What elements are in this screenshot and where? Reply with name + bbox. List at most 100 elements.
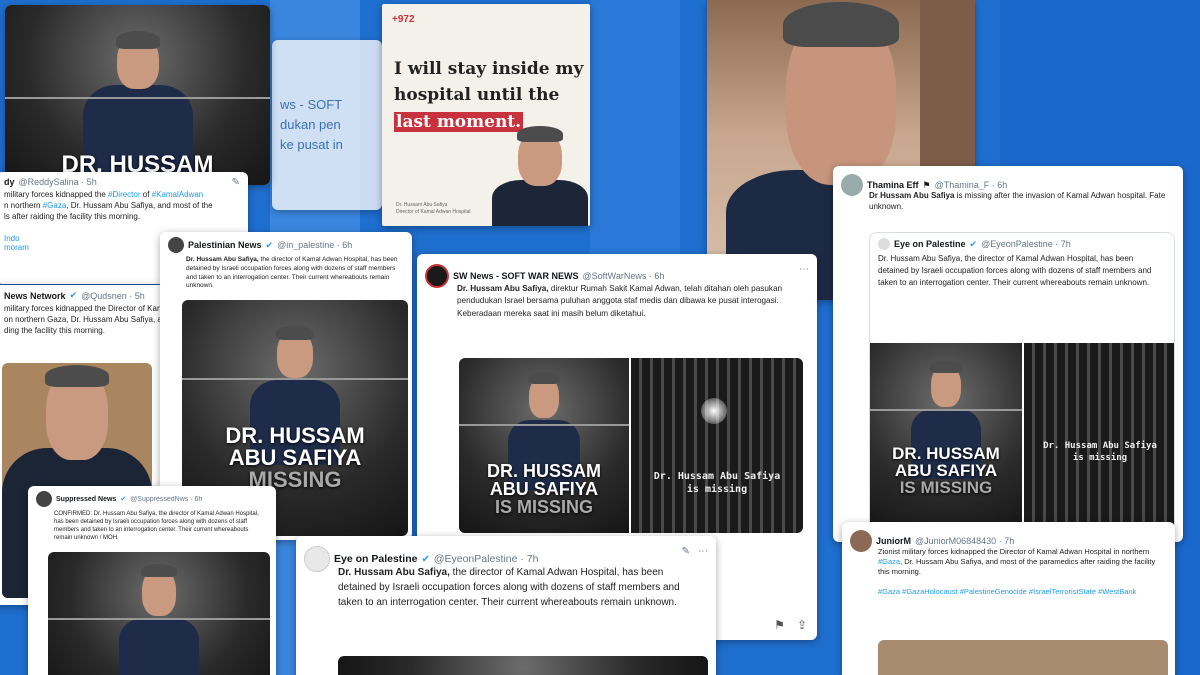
- image-headline-line: DR. HUSSAM: [486, 461, 601, 481]
- doctor-figure: [930, 361, 962, 373]
- tweet-thamina[interactable]: Thamina Eff ⚑ @Thamina_F · 6h Dr Hussam …: [833, 166, 1183, 542]
- doctor-figure: [528, 372, 560, 384]
- image-card-dr-hussam[interactable]: DR. HUSSAM: [5, 5, 270, 185]
- hashtag-link[interactable]: #Director: [108, 190, 140, 199]
- tweet-eye-on-palestine[interactable]: Eye on Palestine ✔ @EyeonPalestine · 7h …: [296, 536, 716, 675]
- tweet-text: Dr. Hussam Abu Safiya, the director of K…: [296, 565, 716, 614]
- avatar[interactable]: [36, 491, 52, 507]
- tweet-text: military forces kidnapped the Director o…: [0, 304, 161, 340]
- share-icon[interactable]: ⇪: [797, 618, 807, 632]
- tweet-author-name[interactable]: News Network: [4, 291, 66, 301]
- doctor-figure: [492, 180, 588, 226]
- tweet-handle[interactable]: @in_palestine · 6h: [277, 240, 352, 250]
- tweet-handle[interactable]: @ReddySalina · 5h: [19, 177, 97, 187]
- tweet-text-part: , Dr. Hussam Abu Safiya, and most of the…: [878, 557, 1156, 577]
- more-icon[interactable]: ⋯: [698, 546, 708, 557]
- avatar[interactable]: [168, 237, 184, 253]
- tweet-author-name[interactable]: SW News - SOFT WAR NEWS: [453, 271, 579, 281]
- poster-quote-line: I will stay inside my: [394, 59, 584, 79]
- tweet-text-line: military forces kidnapped the Director o…: [4, 304, 161, 313]
- doctor-figure: [45, 365, 109, 387]
- tweet-header: Suppressed News ✔ @SuppressedNws · 6h: [28, 486, 276, 510]
- tweet-author-name[interactable]: Eye on Palestine: [334, 553, 417, 565]
- more-icon[interactable]: ⋯: [799, 264, 809, 275]
- tweet-author-name[interactable]: JuniorM: [876, 536, 911, 546]
- tweet-text: Zionist military forces kidnapped the Di…: [842, 547, 1175, 581]
- poster-phone: +972: [392, 14, 415, 25]
- doctor-figure: [783, 2, 899, 47]
- poster-caption: Dr. Hussam Abu Safiya Director of Kamal …: [396, 202, 470, 215]
- image-headline: DR. HUSSAM ABU SAFIYA IS MISSING: [870, 445, 1022, 496]
- tweet-text: military forces kidnapped the #Director …: [0, 190, 248, 226]
- doctor-figure: [276, 326, 314, 340]
- barbed-wire: [48, 618, 270, 620]
- tweet-image[interactable]: DR. HUSSAM ABU SAFIYA IS MISSING: [870, 343, 1022, 531]
- tweet-juniorm[interactable]: JuniorM @JuniorM06848430 · 7h Zionist mi…: [842, 522, 1175, 675]
- tweet-text-part: n northern: [4, 200, 41, 210]
- tweet-author-name[interactable]: Suppressed News: [56, 496, 116, 503]
- avatar[interactable]: [304, 546, 330, 572]
- avatar[interactable]: [878, 238, 890, 250]
- fragment-line: dukan pen: [280, 117, 341, 133]
- tweet-text-part: of: [142, 190, 150, 199]
- verified-badge-icon: ✔: [69, 290, 78, 300]
- verified-badge-icon: ✔: [969, 238, 978, 249]
- avatar[interactable]: [425, 264, 449, 288]
- poster-doctor-photo: [490, 122, 590, 226]
- avatar[interactable]: [850, 530, 872, 552]
- tweet-suppressed-news[interactable]: Suppressed News ✔ @SuppressedNws · 6h CO…: [28, 486, 276, 675]
- bookmark-icon[interactable]: ⚑: [774, 618, 785, 632]
- tweet-text-line: on northern Gaza, Dr. Hussam Abu Safiya,…: [4, 314, 161, 324]
- quoted-tweet-text: Dr. Hussam Abu Safiya, the director of K…: [878, 254, 1152, 287]
- grok-icon[interactable]: ✎: [232, 177, 240, 188]
- quoted-author-name[interactable]: Eye on Palestine: [894, 239, 966, 249]
- doctor-figure: [517, 126, 563, 142]
- verified-badge-icon: ✔: [421, 553, 430, 565]
- tweet-handle[interactable]: @SoftWarNews · 6h: [583, 271, 665, 281]
- tweet-text-bold: Dr. Hussam Abu Safiya,: [338, 567, 450, 578]
- poster-caption-title: Director of Kamal Adwan Hospital: [396, 208, 471, 215]
- avatar[interactable]: [841, 174, 863, 196]
- tweet-handle[interactable]: @SuppressedNws · 6h: [130, 496, 202, 503]
- tweet-author-name[interactable]: Thamina Eff: [867, 180, 919, 190]
- tweet-handle[interactable]: @JuniorM06848430 · 7h: [915, 536, 1014, 546]
- hashtag-list[interactable]: #Gaza #GazaHolocaust #PalestineGenocide …: [842, 581, 1175, 601]
- tweet-text-part: , Dr. Hussam Abu Safiya, and most of the: [66, 200, 213, 210]
- grok-icon[interactable]: ✎: [682, 546, 690, 557]
- image-headline-line: is missing: [686, 484, 748, 495]
- quoted-tweet[interactable]: Eye on Palestine ✔ @EyeonPalestine · 7h …: [869, 232, 1175, 532]
- image-headline-line: is missing: [1072, 452, 1128, 463]
- tweet-text: Dr Hussam Abu Safiya is missing after th…: [833, 191, 1183, 217]
- image-headline: DR. HUSSAM ABU SAFIYA IS MISSING: [459, 462, 629, 516]
- tweet-image[interactable]: [48, 552, 270, 675]
- hashtag-link[interactable]: #KamalAdwan: [152, 190, 204, 199]
- tweet-handle[interactable]: @Thamina_F · 6h: [935, 180, 1008, 190]
- image-headline-line: DR. HUSSAM: [225, 423, 365, 448]
- tweet-image[interactable]: [878, 640, 1168, 675]
- tweet-image[interactable]: Dr. Hussam Abu Safiya is missing: [631, 358, 803, 533]
- hashtag-link[interactable]: #Gaza: [43, 201, 67, 210]
- barbed-wire: [459, 424, 629, 426]
- image-headline-line: ABU SAFIYA: [489, 479, 599, 499]
- tweet-text-bold: Dr. Hussam Abu Safiya,: [457, 284, 549, 293]
- tweet-handle[interactable]: @EyeonPalestine · 7h: [434, 553, 539, 565]
- doctor-figure: [119, 618, 199, 675]
- tweet-image[interactable]: Dr. Hussam Abu Safiya is missing: [1024, 343, 1174, 531]
- barbed-wire: [5, 97, 270, 99]
- quote-poster[interactable]: +972 I will stay inside my hospital unti…: [382, 4, 590, 226]
- tweet-image[interactable]: [338, 656, 708, 675]
- tweet-header: News Network ✔ @Qudsnen · 5h: [0, 285, 161, 304]
- fragment-line: ws - SOFT: [280, 97, 343, 112]
- tweet-author-name[interactable]: dy: [4, 177, 15, 187]
- tweet-header: dy @ReddySalina · 5h: [0, 172, 248, 190]
- quoted-handle[interactable]: @EyeonPalestine · 7h: [981, 239, 1071, 249]
- barbed-wire: [870, 409, 1022, 411]
- hashtag-link[interactable]: #Gaza: [878, 557, 900, 566]
- image-headline-line: Dr. Hussam Abu Safiya: [653, 471, 781, 482]
- tweet-handle[interactable]: @Qudsnen · 5h: [81, 291, 145, 301]
- tweet-image[interactable]: DR. HUSSAM ABU SAFIYA IS MISSING: [459, 358, 629, 533]
- tweet-author-name[interactable]: Palestinian News: [188, 240, 262, 250]
- doctor-figure: [115, 31, 160, 49]
- image-headline: Dr. Hussam Abu Safiya is missing: [1024, 441, 1174, 464]
- barbed-wire: [182, 378, 408, 380]
